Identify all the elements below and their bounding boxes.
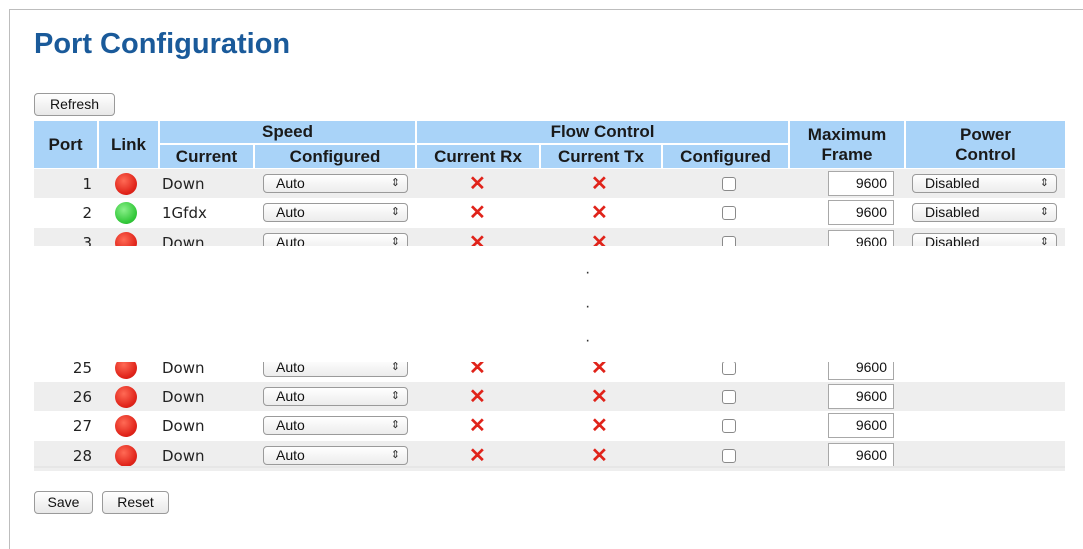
header-speed: Speed [160,121,415,143]
save-button[interactable]: Save [34,491,93,514]
table-row: 2 1Gfdx Auto ⇕ ✕ ✕ 9600 Disabled ⇕ [34,198,1065,228]
speed-current: 1Gfdx [162,204,207,222]
cross-icon: ✕ [591,415,608,437]
cross-icon: ✕ [591,386,608,408]
speed-configured-select[interactable]: Auto ⇕ [263,387,408,406]
speed-configured-select[interactable]: Auto ⇕ [263,416,408,435]
ellipsis-dot: · [585,298,591,315]
power-control-value: Disabled [925,204,980,220]
speed-configured-value: Auto [276,388,305,404]
flow-configured-checkbox[interactable] [722,198,736,228]
speed-configured-select[interactable]: Auto ⇕ [263,203,408,222]
cross-icon: ✕ [469,415,486,437]
ellipsis-dot: · [585,264,591,281]
header-link: Link [99,121,158,168]
rows-gap: · · · [34,246,1065,362]
flow-current-rx-icon: ✕ [469,382,486,412]
refresh-button[interactable]: Refresh [34,93,115,116]
header-speed-configured: Configured [255,145,415,168]
header-speed-current: Current [160,145,253,168]
header-power-control: Power Control [906,121,1065,168]
max-frame-input[interactable]: 9600 [828,200,894,225]
power-control-select[interactable]: Disabled ⇕ [912,203,1057,222]
port-number: 26 [72,388,92,406]
cross-icon: ✕ [469,202,486,224]
max-frame-input[interactable]: 9600 [828,443,894,468]
select-arrow-icon: ⇕ [390,177,400,189]
reset-button[interactable]: Reset [102,491,169,514]
flow-configured-checkbox[interactable] [722,411,736,441]
flow-current-tx-icon: ✕ [591,382,608,412]
speed-configured-select[interactable]: Auto ⇕ [263,174,408,193]
port-number: 2 [82,204,92,222]
header-flow-control: Flow Control [417,121,788,143]
ellipsis-dot: · [585,332,591,349]
cross-icon: ✕ [591,173,608,195]
header-flow-current-rx: Current Rx [417,145,539,168]
port-number: 27 [72,417,92,435]
header-max-frame-line2: Frame [821,144,873,164]
speed-configured-select[interactable]: Auto ⇕ [263,446,408,465]
speed-current: Down [162,417,205,435]
header-max-frame: Maximum Frame [790,121,904,168]
flow-configured-checkbox[interactable] [722,169,736,199]
link-status-icon [115,382,137,412]
speed-configured-value: Auto [276,447,305,463]
cross-icon: ✕ [469,386,486,408]
speed-configured-value: Auto [276,417,305,433]
link-status-icon [115,169,137,199]
table-row: 1 Down Auto ⇕ ✕ ✕ 9600 Disabled ⇕ [34,169,1065,199]
max-frame-input[interactable]: 9600 [828,413,894,438]
select-arrow-icon: ⇕ [1039,206,1049,218]
header-flow-current-tx: Current Tx [541,145,661,168]
table-row: 27 Down Auto ⇕ ✕ ✕ 9600 [34,411,1065,441]
cross-icon: ✕ [469,173,486,195]
flow-current-tx-icon: ✕ [591,198,608,228]
select-arrow-icon: ⇕ [390,390,400,402]
header-port: Port [34,121,97,168]
page-title: Port Configuration [34,28,291,60]
select-arrow-icon: ⇕ [390,419,400,431]
cross-icon: ✕ [469,445,486,467]
max-frame-input[interactable]: 9600 [828,384,894,409]
select-arrow-icon: ⇕ [390,206,400,218]
cross-icon: ✕ [591,445,608,467]
header-power-line1: Power [959,124,1012,144]
header-max-frame-line1: Maximum [807,124,887,144]
table-row: 26 Down Auto ⇕ ✕ ✕ 9600 [34,382,1065,412]
speed-current: Down [162,388,205,406]
cross-icon: ✕ [591,202,608,224]
flow-current-rx-icon: ✕ [469,198,486,228]
flow-configured-checkbox[interactable] [722,382,736,412]
speed-configured-value: Auto [276,204,305,220]
max-frame-input[interactable]: 9600 [828,171,894,196]
flow-current-rx-icon: ✕ [469,169,486,199]
link-status-icon [115,198,137,228]
select-arrow-icon: ⇕ [390,449,400,461]
power-control-select[interactable]: Disabled ⇕ [912,174,1057,193]
flow-current-tx-icon: ✕ [591,411,608,441]
power-control-value: Disabled [925,175,980,191]
flow-current-tx-icon: ✕ [591,169,608,199]
speed-current: Down [162,175,205,193]
header-power-line2: Control [955,144,1016,164]
port-number: 1 [82,175,92,193]
header-flow-configured: Configured [663,145,788,168]
speed-configured-value: Auto [276,175,305,191]
link-status-icon [115,411,137,441]
select-arrow-icon: ⇕ [1039,177,1049,189]
table-bottom-border [34,466,1065,468]
flow-current-rx-icon: ✕ [469,411,486,441]
